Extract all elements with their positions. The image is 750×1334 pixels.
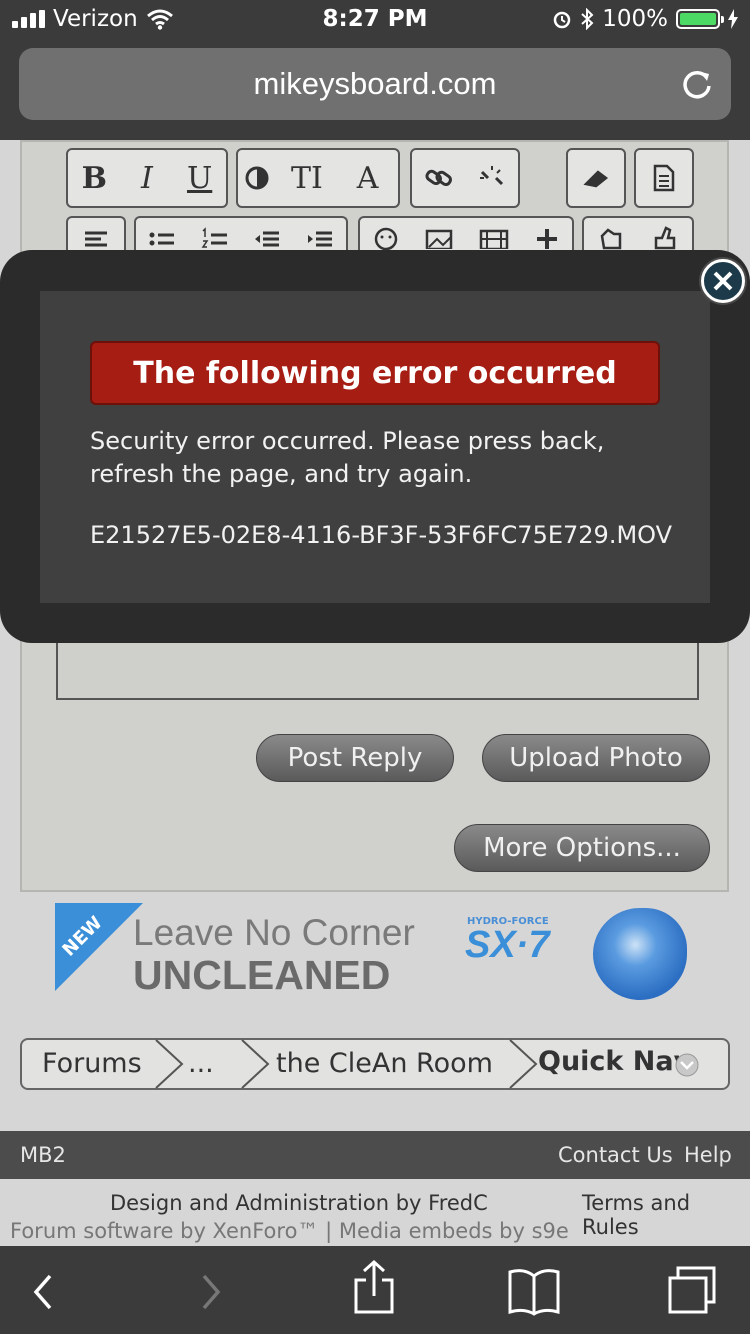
color-icon[interactable] bbox=[244, 165, 270, 191]
message-textarea[interactable] bbox=[56, 642, 699, 700]
error-title: The following error occurred bbox=[90, 341, 660, 405]
source-group bbox=[634, 148, 694, 208]
footer-site-link[interactable]: MB2 bbox=[20, 1143, 66, 1167]
bluetooth-icon bbox=[581, 8, 594, 30]
charging-bolt-icon bbox=[728, 9, 738, 29]
bullet-list-icon[interactable] bbox=[148, 225, 176, 249]
status-right: 100% bbox=[552, 6, 738, 32]
share-icon[interactable] bbox=[352, 1258, 396, 1318]
font-button[interactable]: A bbox=[344, 161, 392, 196]
close-icon[interactable] bbox=[704, 262, 742, 300]
error-filename: E21527E5-02E8-4116-BF3F-53F6FC75E729.MOV bbox=[90, 521, 673, 549]
breadcrumb-current-forum[interactable]: the CleAn Room bbox=[276, 1048, 493, 1079]
breadcrumb-separator-icon bbox=[241, 1039, 270, 1089]
footer-bar: MB2 Contact Us Help bbox=[0, 1131, 750, 1179]
link-icon[interactable] bbox=[424, 164, 453, 192]
battery-icon bbox=[676, 9, 724, 29]
footer-credit-text: Design and Administration by FredC bbox=[110, 1191, 488, 1215]
breadcrumb-separator-icon bbox=[155, 1039, 184, 1089]
outdent-icon[interactable] bbox=[253, 225, 281, 249]
breadcrumb-ellipsis[interactable]: ... bbox=[188, 1048, 214, 1079]
style-group: TI A bbox=[236, 148, 400, 208]
breadcrumb-forums[interactable]: Forums bbox=[42, 1048, 142, 1079]
quick-nav-button[interactable]: Quick Nav bbox=[538, 1046, 691, 1077]
smiley-icon[interactable] bbox=[373, 224, 399, 250]
text-size-button[interactable]: TI bbox=[283, 161, 331, 196]
breadcrumb: Forums ... the CleAn Room Quick Nav bbox=[20, 1038, 730, 1090]
breadcrumb-separator-icon bbox=[509, 1039, 538, 1089]
thumbs-up-icon[interactable] bbox=[652, 224, 678, 250]
forward-icon[interactable] bbox=[196, 1270, 226, 1314]
eraser-icon[interactable] bbox=[582, 168, 610, 188]
ad-brand-model: SX·7 bbox=[465, 924, 550, 966]
media-icon[interactable] bbox=[479, 225, 509, 249]
italic-button[interactable]: I bbox=[123, 161, 171, 196]
error-message: Security error occurred. Please press ba… bbox=[90, 427, 605, 488]
indent-icon[interactable] bbox=[306, 225, 334, 249]
clear-group bbox=[566, 148, 626, 208]
ad-product-image bbox=[593, 908, 687, 1000]
footer-credits: Design and Administration by FredC Terms… bbox=[0, 1179, 750, 1245]
url-text[interactable]: mikeysboard.com bbox=[19, 66, 731, 102]
close-modal-button[interactable] bbox=[701, 259, 745, 303]
ad-headline: Leave No Corner bbox=[133, 912, 415, 953]
battery-percent: 100% bbox=[602, 6, 668, 32]
numbered-list-icon[interactable] bbox=[201, 225, 229, 249]
advertisement-banner[interactable]: NEW Leave No Corner UNCLEANED HYDRO-FORC… bbox=[55, 900, 695, 1010]
post-reply-button[interactable]: Post Reply bbox=[256, 734, 454, 782]
upload-photo-button[interactable]: Upload Photo bbox=[482, 734, 710, 782]
ad-subheadline: UNCLEANED bbox=[133, 952, 391, 998]
chevron-down-icon[interactable] bbox=[674, 1052, 700, 1078]
footer-help-link[interactable]: Help bbox=[684, 1143, 732, 1167]
footer-contact-link[interactable]: Contact Us bbox=[558, 1143, 673, 1167]
reload-icon[interactable] bbox=[679, 66, 715, 102]
image-icon[interactable] bbox=[425, 225, 453, 249]
alarm-icon bbox=[553, 11, 571, 29]
browser-toolbar bbox=[0, 1246, 750, 1334]
plus-icon[interactable] bbox=[535, 225, 559, 249]
link-group bbox=[410, 148, 520, 208]
thumbs-down-icon[interactable] bbox=[598, 224, 624, 250]
bookmarks-icon[interactable] bbox=[506, 1266, 562, 1316]
document-icon[interactable] bbox=[653, 164, 675, 192]
align-left-icon[interactable] bbox=[83, 225, 109, 249]
back-icon[interactable] bbox=[28, 1270, 58, 1314]
format-group: B I U bbox=[66, 148, 228, 208]
tabs-icon[interactable] bbox=[666, 1264, 718, 1316]
url-bar[interactable]: mikeysboard.com bbox=[19, 48, 731, 120]
bold-button[interactable]: B bbox=[70, 161, 118, 196]
more-options-button[interactable]: More Options... bbox=[454, 824, 710, 872]
footer-terms-link[interactable]: Terms and Rules bbox=[582, 1191, 750, 1239]
error-modal: The following error occurred Security er… bbox=[0, 250, 750, 643]
underline-button[interactable]: U bbox=[176, 161, 224, 196]
unlink-icon[interactable] bbox=[478, 164, 506, 192]
status-bar: Verizon 8:27 PM 100% bbox=[0, 0, 750, 40]
footer-software-text: Forum software by XenForo™ | Media embed… bbox=[10, 1219, 569, 1243]
error-modal-content: The following error occurred Security er… bbox=[40, 291, 710, 603]
browser-chrome: Verizon 8:27 PM 100% mikeysboard.com bbox=[0, 0, 750, 140]
